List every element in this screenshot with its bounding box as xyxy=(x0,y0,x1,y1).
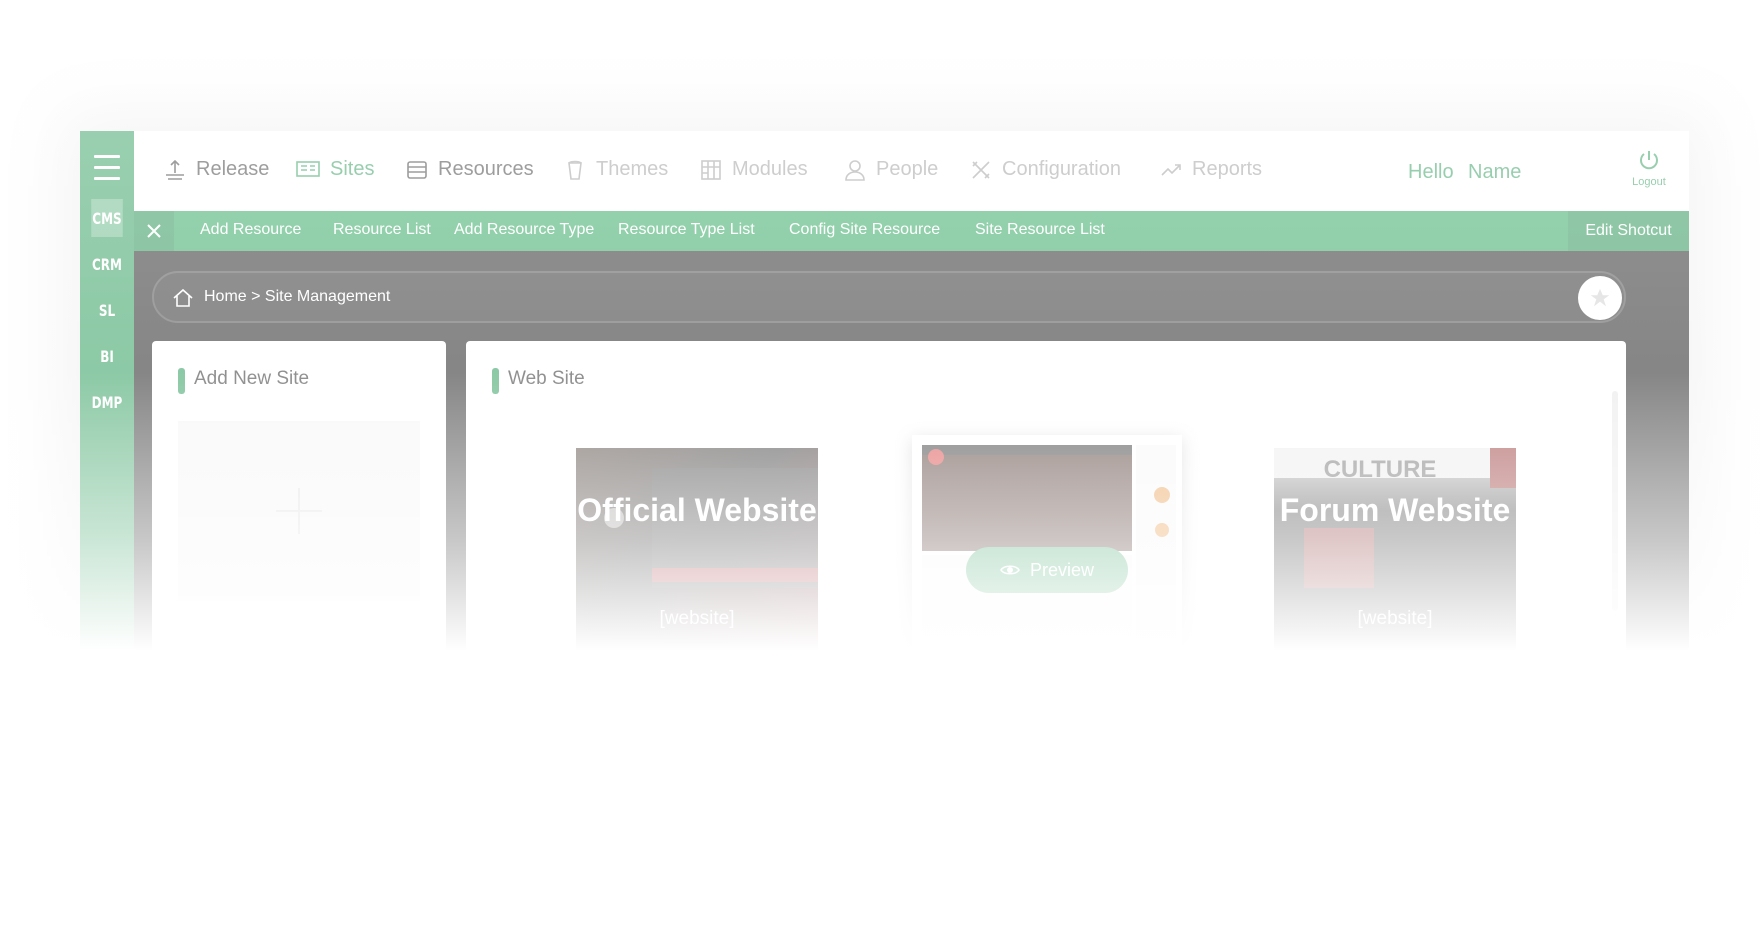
panel-title: Web Site xyxy=(492,368,585,394)
logout-button[interactable]: Logout xyxy=(1629,149,1669,188)
nav-label: Themes xyxy=(596,158,669,180)
nav-label: Resources xyxy=(438,158,534,180)
resources-icon xyxy=(407,160,427,179)
release-icon xyxy=(166,159,184,180)
greeting: Hello xyxy=(1408,161,1454,183)
nav-label: Modules xyxy=(732,158,808,180)
user-name[interactable]: Name xyxy=(1468,161,1521,184)
plus-icon xyxy=(276,488,322,534)
scrollbar[interactable] xyxy=(1612,391,1618,611)
shortcut-bar: Add Resource Resource List Add Resource … xyxy=(134,211,1689,251)
site-card-tag: [website] xyxy=(659,608,735,629)
nav-people[interactable]: People xyxy=(844,158,938,181)
add-site-button[interactable] xyxy=(178,421,420,601)
nav-resources[interactable]: Resources xyxy=(406,158,534,181)
main-content: Home > Site Management Add New Site Web … xyxy=(134,251,1689,800)
shortcut-add-resource[interactable]: Add Resource xyxy=(200,221,301,239)
logout-label: Logout xyxy=(1632,176,1666,188)
site-card-tag: [website] xyxy=(1357,608,1433,629)
shortcut-add-resource-type[interactable]: Add Resource Type xyxy=(454,221,594,239)
nav-release[interactable]: Release xyxy=(164,158,269,181)
close-shortcut-button[interactable] xyxy=(134,211,174,251)
people-icon xyxy=(845,159,865,181)
site-card-forum[interactable]: CULTURE Forum Website [website] xyxy=(1274,448,1516,658)
site-card-title: Forum Website xyxy=(1279,492,1511,528)
add-site-panel: Add New Site xyxy=(152,341,446,661)
nav-label: Sites xyxy=(330,158,375,180)
rail-item-cms[interactable]: CMS xyxy=(91,199,123,237)
edit-shortcut-button[interactable]: Edit Shotcut xyxy=(1568,211,1689,251)
power-icon xyxy=(1640,151,1658,170)
preview-button[interactable]: Preview xyxy=(966,547,1128,593)
configuration-icon xyxy=(972,160,990,179)
panel-title: Add New Site xyxy=(178,368,309,394)
rail-item-crm[interactable]: CRM xyxy=(91,245,123,283)
nav-label: Configuration xyxy=(1002,158,1121,180)
site-card-title: Official Website xyxy=(577,492,817,528)
nav-label: Release xyxy=(196,158,270,180)
nav-sites[interactable]: Sites xyxy=(296,158,374,181)
favorite-button[interactable] xyxy=(1578,276,1622,320)
nav-themes[interactable]: Themes xyxy=(564,158,668,181)
app-window: CMS CRM SL BI DMP Release Sites Resource… xyxy=(80,131,1689,800)
star-icon xyxy=(1590,288,1610,307)
nav-label: Reports xyxy=(1192,158,1263,180)
shortcut-resource-type-list[interactable]: Resource Type List xyxy=(618,221,755,239)
top-navigation: Release Sites Resources Themes Modules P… xyxy=(134,131,1689,211)
eye-icon xyxy=(1000,565,1020,575)
nav-reports[interactable]: Reports xyxy=(1160,158,1262,181)
nav-configuration[interactable]: Configuration xyxy=(970,158,1121,181)
web-site-panel: Web Site Official Website [website] Prev… xyxy=(466,341,1626,661)
themes-icon xyxy=(568,160,582,180)
modules-icon xyxy=(701,159,721,180)
site-card-official[interactable]: Official Website [website] xyxy=(576,448,818,658)
shortcut-site-resource-list[interactable]: Site Resource List xyxy=(975,221,1105,239)
reports-icon xyxy=(1161,163,1181,176)
thumbnail-text: CULTURE xyxy=(1323,456,1437,483)
rail-item-bi[interactable]: BI xyxy=(91,337,123,375)
shortcut-config-site-resource[interactable]: Config Site Resource xyxy=(789,221,940,239)
rail-item-sl[interactable]: SL xyxy=(91,291,123,329)
shortcut-resource-list[interactable]: Resource List xyxy=(333,221,431,239)
hamburger-icon[interactable] xyxy=(94,155,120,181)
nav-modules[interactable]: Modules xyxy=(700,158,808,181)
preview-label: Preview xyxy=(1029,559,1095,580)
breadcrumb-text: Home > Site Management xyxy=(204,288,391,305)
site-card-preview[interactable]: Preview xyxy=(912,435,1182,661)
home-icon[interactable] xyxy=(172,287,194,309)
module-rail: CMS CRM SL BI DMP xyxy=(80,131,134,800)
nav-label: People xyxy=(876,158,939,180)
rail-item-dmp[interactable]: DMP xyxy=(91,383,123,421)
sites-icon xyxy=(296,160,320,177)
breadcrumb: Home > Site Management xyxy=(152,271,1626,323)
close-icon xyxy=(147,224,161,238)
